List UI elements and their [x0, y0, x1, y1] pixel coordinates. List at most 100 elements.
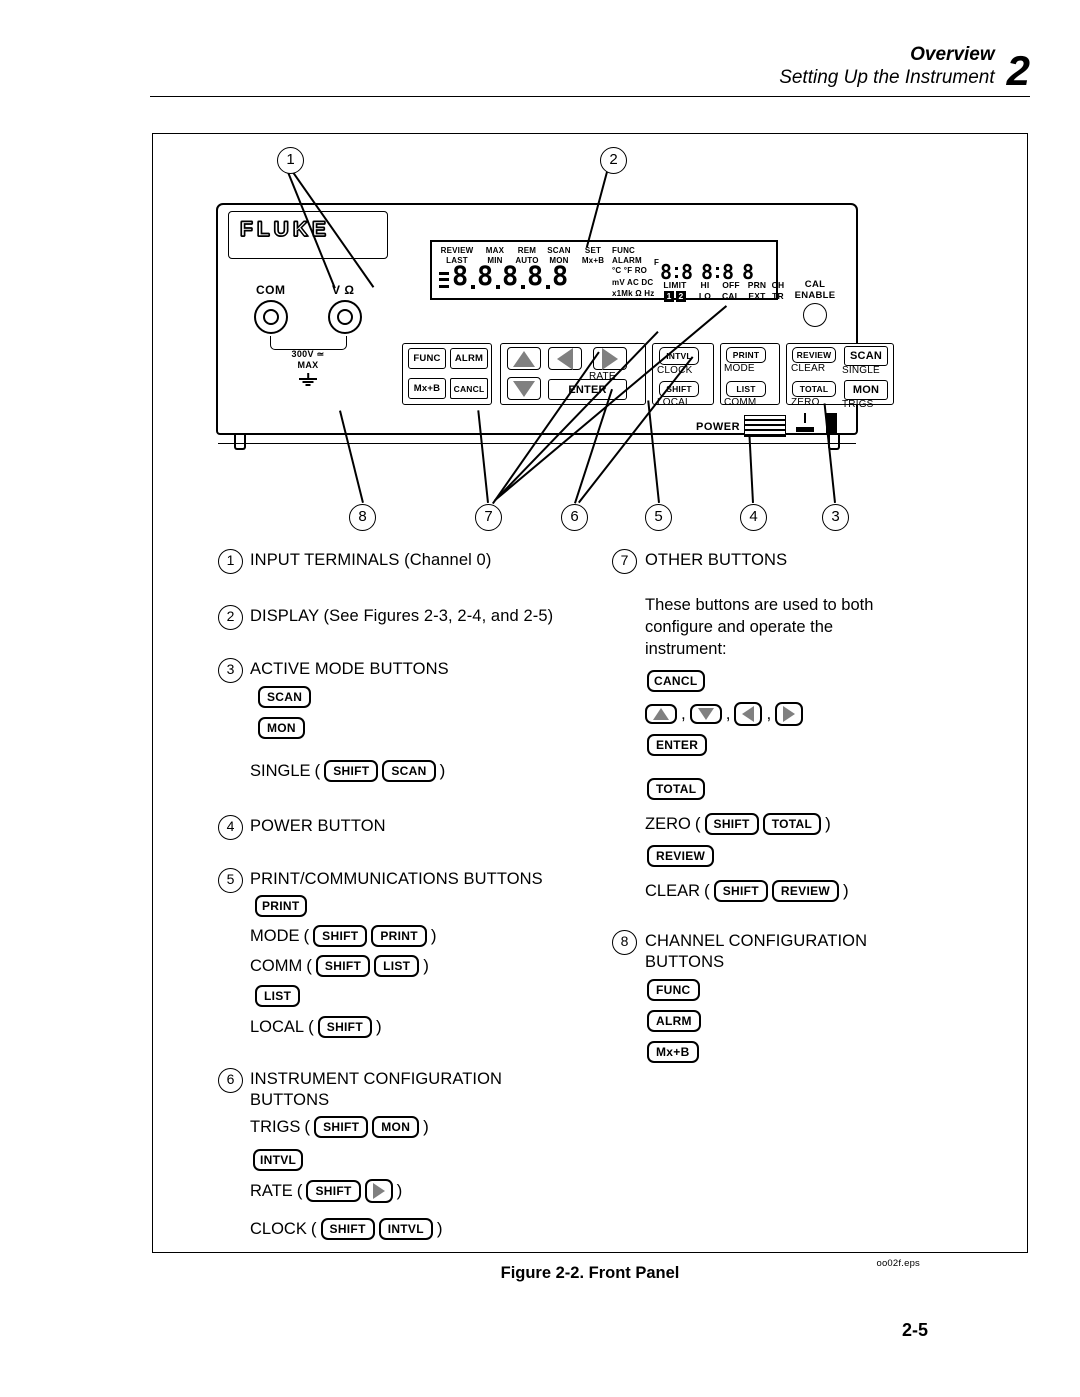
input-jack-v-ohm[interactable]	[328, 300, 362, 334]
key-scan[interactable]: SCAN	[844, 346, 888, 366]
instrument-front-panel: FLUKE COM V Ω 300V ≃ MAX REVIEW LAST MAX…	[216, 203, 894, 461]
comma: ,	[766, 704, 772, 723]
status-off-cal: OFF CAL	[721, 280, 741, 301]
legend-3-mon: MON	[258, 717, 305, 739]
paren-open: (	[314, 761, 321, 780]
legend-btn-trigs-mon[interactable]: MON	[372, 1116, 420, 1138]
legend-btn-clock-intvl[interactable]: INTVL	[378, 1218, 433, 1240]
arrow-up-icon	[653, 708, 669, 720]
header-subtitle: Setting Up the Instrument	[779, 67, 995, 88]
f-indicator: F	[654, 258, 659, 267]
legend-label-zero: ZERO	[645, 815, 691, 833]
legend-btn-intvl[interactable]: INTVL	[253, 1149, 304, 1171]
key-arrow-down[interactable]	[507, 377, 541, 400]
digit-1: 8	[452, 261, 469, 292]
legend-btn-comm-list[interactable]: LIST	[374, 955, 420, 977]
cal-enable-label: CAL ENABLE	[794, 279, 836, 301]
legend-title-3: ACTIVE MODE BUTTONS	[250, 660, 449, 678]
arrow-right-icon	[602, 347, 618, 370]
legend-label-trigs: TRIGS	[250, 1118, 301, 1136]
legend-btn-mxb[interactable]: Mx+B	[647, 1041, 699, 1063]
sublabel-mode: MODE	[724, 363, 755, 374]
page-header: Overview Setting Up the Instrument 2	[150, 44, 1030, 94]
legend-btn-review[interactable]: REVIEW	[647, 845, 715, 867]
sublabel-clock: CLOCK	[657, 365, 693, 376]
legend-btn-zero-shift[interactable]: SHIFT	[704, 813, 759, 835]
legend-3-scan: SCAN	[258, 686, 312, 708]
key-cancl[interactable]: CANCL	[450, 378, 488, 399]
legend-btn-clear-shift[interactable]: SHIFT	[713, 880, 768, 902]
arrow-right-icon	[372, 1183, 385, 1199]
legend-btn-enter[interactable]: ENTER	[647, 734, 708, 756]
legend-btn-zero-total[interactable]: TOTAL	[762, 813, 822, 835]
key-func[interactable]: FUNC	[408, 348, 446, 369]
legend-btn-local-shift[interactable]: SHIFT	[317, 1016, 372, 1038]
paren-open: (	[308, 1017, 314, 1036]
legend-btn-arrow-right[interactable]	[775, 702, 804, 726]
digit-3: 8	[502, 261, 519, 292]
legend-btn-cancl[interactable]: CANCL	[647, 670, 705, 692]
digit-2: 8	[477, 261, 494, 292]
key-mxb[interactable]: Mx+B	[408, 378, 446, 399]
legend-btn-arrow-up[interactable]	[645, 704, 677, 724]
paren-open: (	[304, 1117, 311, 1136]
terminal-label-com: COM	[256, 283, 286, 297]
legend-btn-scan[interactable]: SCAN	[258, 686, 312, 708]
clock-digit-3: 8	[701, 259, 714, 284]
legend-num-3: 3	[218, 658, 243, 683]
key-arrow-left[interactable]	[548, 347, 582, 370]
callout-3: 3	[822, 504, 849, 531]
power-switch[interactable]	[744, 415, 786, 437]
legend-btn-mode-print[interactable]: PRINT	[371, 925, 427, 947]
legend-title-8-line2: BUTTONS	[645, 953, 725, 971]
legend-5-local: LOCAL ( SHIFT )	[250, 1016, 382, 1038]
fluke-logo: FLUKE	[239, 217, 330, 241]
key-review[interactable]: REVIEW	[792, 347, 836, 363]
key-print[interactable]: PRINT	[726, 347, 766, 363]
legend-btn-trigs-shift[interactable]: SHIFT	[314, 1116, 369, 1138]
legend-btn-total[interactable]: TOTAL	[647, 778, 706, 800]
legend-btn-mode-shift[interactable]: SHIFT	[313, 925, 368, 947]
key-list[interactable]: LIST	[726, 381, 766, 397]
legend-8-mxb: Mx+B	[647, 1041, 699, 1063]
legend-btn-arrow-down[interactable]	[689, 704, 722, 724]
input-jack-com[interactable]	[254, 300, 288, 334]
paren-open: (	[310, 1219, 317, 1238]
decimal-4	[546, 285, 550, 289]
paren-close: )	[423, 1117, 429, 1136]
legend-btn-rate-arrow-right[interactable]	[364, 1179, 393, 1203]
key-alrm[interactable]: ALRM	[450, 348, 488, 369]
cal-enable-button[interactable]	[803, 303, 827, 327]
legend-title-5: PRINT/COMMUNICATIONS BUTTONS	[250, 870, 543, 888]
legend-btn-clock-shift[interactable]: SHIFT	[320, 1218, 375, 1240]
legend-title-7: OTHER BUTTONS	[645, 551, 788, 569]
legend-btn-comm-shift[interactable]: SHIFT	[315, 955, 371, 977]
legend-title-4: POWER BUTTON	[250, 817, 386, 835]
clock-digit-2: 8	[681, 259, 694, 284]
legend-btn-list[interactable]: LIST	[255, 985, 301, 1007]
legend-btn-alrm[interactable]: ALRM	[647, 1010, 701, 1032]
legend-btn-func[interactable]: FUNC	[647, 979, 700, 1001]
legend-num-4: 4	[218, 815, 243, 840]
key-mon[interactable]: MON	[844, 380, 888, 400]
legend-btn-arrow-left[interactable]	[734, 702, 763, 726]
legend-btn-print[interactable]: PRINT	[255, 895, 307, 917]
key-arrow-up[interactable]	[507, 347, 541, 370]
decimal-3	[521, 285, 525, 289]
digit-4: 8	[527, 261, 544, 292]
legend-btn-single-shift[interactable]: SHIFT	[324, 760, 379, 782]
callout-7: 7	[475, 504, 502, 531]
legend-btn-rate-shift[interactable]: SHIFT	[306, 1180, 361, 1202]
legend-btn-single-scan[interactable]: SCAN	[382, 760, 436, 782]
chapter-number: 2	[1006, 47, 1030, 94]
legend-7-clear: CLEAR ( SHIFT REVIEW )	[645, 880, 849, 902]
legend-label-clear: CLEAR	[645, 882, 701, 900]
legend-btn-clear-review[interactable]: REVIEW	[771, 880, 840, 902]
callout-4: 4	[740, 504, 767, 531]
paren-close: )	[436, 1219, 443, 1238]
legend-6-rate: RATE ( SHIFT )	[250, 1179, 402, 1203]
key-total[interactable]: TOTAL	[792, 381, 836, 397]
legend-btn-mon[interactable]: MON	[258, 717, 305, 739]
status-hi-lo: HI LO	[698, 280, 712, 301]
legend-num-5: 5	[218, 868, 243, 893]
